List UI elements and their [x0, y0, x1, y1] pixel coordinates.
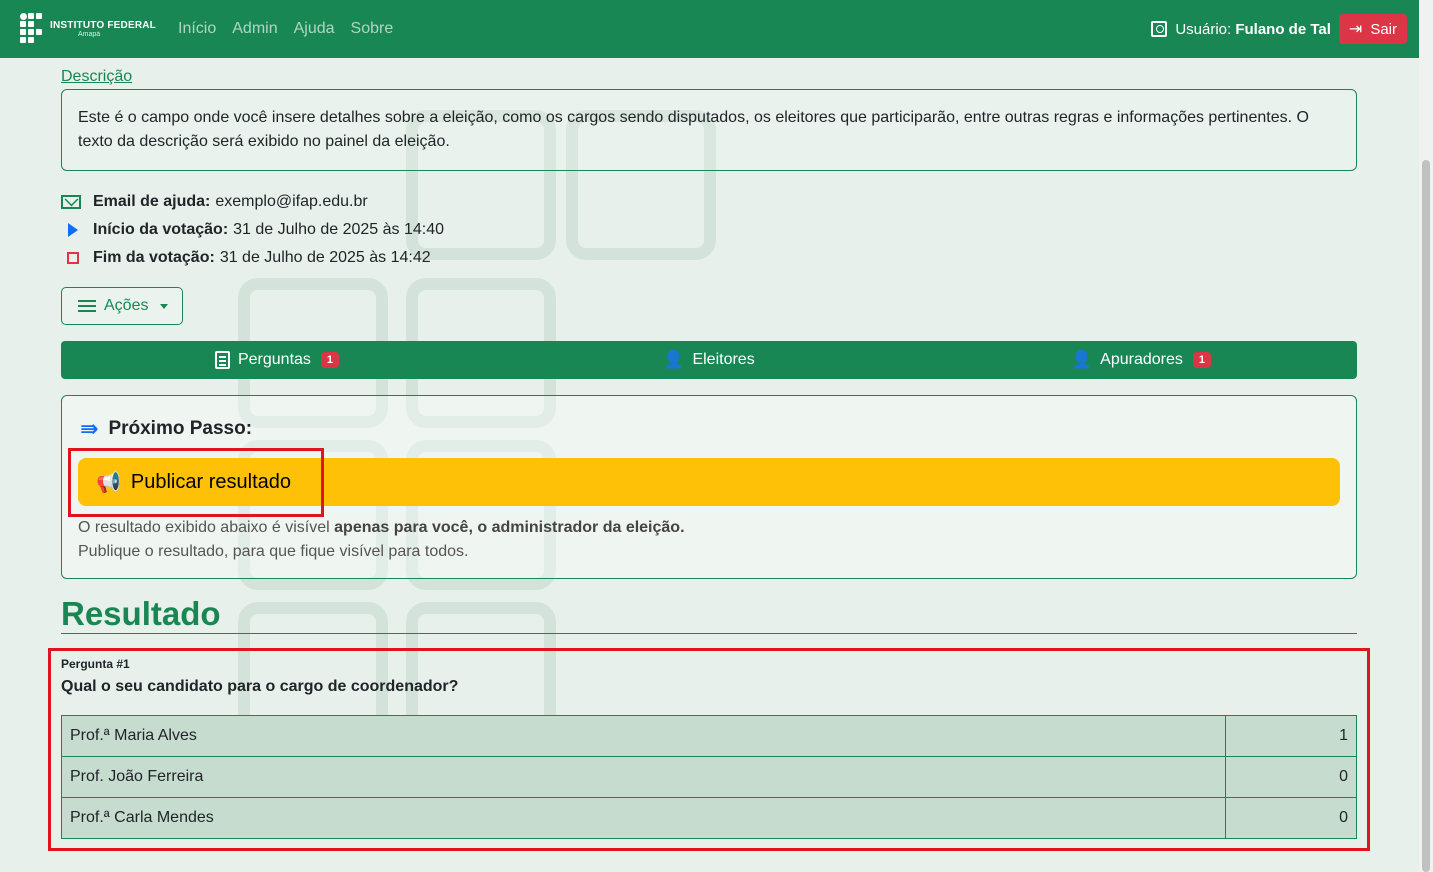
- brand-logo[interactable]: INSTITUTO FEDERAL Amapá: [20, 13, 156, 45]
- user-badge-icon: [1151, 21, 1168, 37]
- user-label: Usuário: Fulano de Tal: [1175, 20, 1331, 38]
- stop-icon: [67, 252, 79, 264]
- email-value: exemplo@ifap.edu.br: [215, 193, 368, 210]
- menu-icon: [78, 300, 96, 312]
- user-check-icon: 👤: [663, 350, 685, 369]
- result-divider: [61, 633, 1357, 634]
- end-value: 31 de Julho de 2025 às 14:42: [219, 249, 431, 266]
- mail-icon: [61, 195, 81, 209]
- tab-apuradores[interactable]: 👤 Apuradores 1: [925, 341, 1357, 379]
- caret-down-icon: [160, 303, 169, 309]
- tab-perguntas-badge: 1: [320, 352, 340, 368]
- tab-eleitores[interactable]: 👤 Eleitores: [493, 341, 925, 379]
- publish-button-highlight: [68, 448, 324, 517]
- actions-label: Ações: [104, 297, 149, 314]
- nav-link-sobre[interactable]: Sobre: [351, 20, 394, 38]
- result-title: Resultado: [61, 595, 221, 632]
- forward-arrow-icon: ⇛: [80, 416, 99, 441]
- nav-link-admin[interactable]: Admin: [232, 20, 277, 38]
- result-highlight: [48, 648, 1370, 851]
- description-link[interactable]: Descrição: [61, 68, 132, 86]
- user-gear-icon: 👤: [1070, 350, 1093, 369]
- next-step-card: ⇛ Próximo Passo: 📢 Publicar resultado O …: [61, 395, 1357, 579]
- top-navbar: INSTITUTO FEDERAL Amapá Início Admin Aju…: [0, 0, 1419, 58]
- document-icon: [214, 351, 230, 369]
- info-end: Fim da votação: 31 de Julho de 2025 às 14…: [61, 244, 444, 272]
- nav-link-inicio[interactable]: Início: [178, 20, 216, 38]
- actions-dropdown-button[interactable]: Ações: [61, 287, 183, 325]
- play-icon: [68, 223, 78, 237]
- tab-perguntas[interactable]: Perguntas 1: [61, 341, 493, 379]
- next-step-description: O resultado exibido abaixo é visível ape…: [78, 519, 685, 560]
- scrollbar-thumb[interactable]: [1422, 160, 1430, 872]
- user-name: Fulano de Tal: [1235, 20, 1331, 38]
- election-info: Email de ajuda: exemplo@ifap.edu.br Iníci…: [61, 188, 444, 272]
- info-start: Início da votação: 31 de Julho de 2025 às…: [61, 216, 444, 244]
- logout-button[interactable]: ⇥ Sair: [1338, 14, 1407, 44]
- logout-label: Sair: [1370, 20, 1397, 38]
- if-logo-icon: [20, 13, 46, 45]
- brand-title: INSTITUTO FEDERAL: [50, 19, 156, 31]
- next-step-title: ⇛ Próximo Passo:: [80, 416, 253, 441]
- nav-link-ajuda[interactable]: Ajuda: [294, 20, 335, 38]
- description-box: Este é o campo onde você insere detalhes…: [61, 89, 1357, 171]
- tab-apuradores-badge: 1: [1192, 352, 1211, 368]
- brand-subtitle: Amapá: [78, 30, 101, 38]
- info-email: Email de ajuda: exemplo@ifap.edu.br: [61, 188, 444, 216]
- page-scrollbar[interactable]: [1419, 0, 1433, 872]
- logout-icon: ⇥: [1348, 21, 1363, 38]
- election-tabs: Perguntas 1 👤 Eleitores 👤 Apuradores 1: [61, 341, 1357, 379]
- start-value: 31 de Julho de 2025 às 14:40: [233, 221, 444, 238]
